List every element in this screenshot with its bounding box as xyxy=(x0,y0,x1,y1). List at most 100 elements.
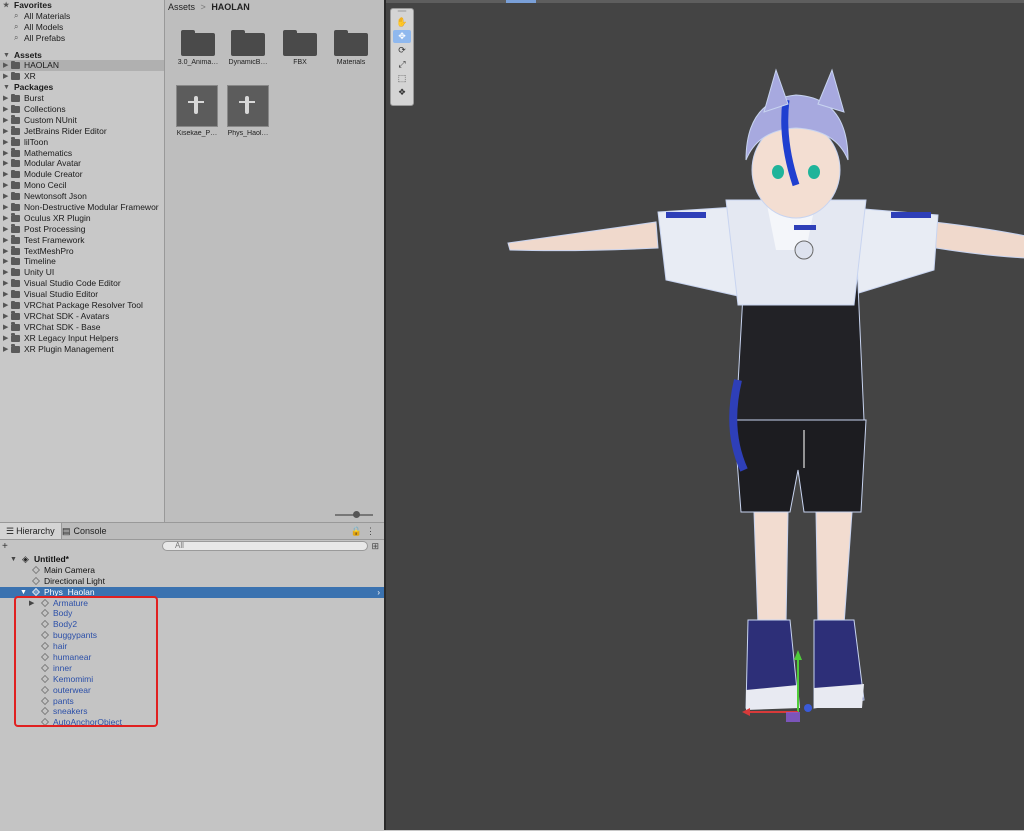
scene-view[interactable]: ══ ✋ ✥ ⟳ ⤢ ⬚ ❖ xyxy=(384,0,1024,830)
palette-grip-icon[interactable]: ══ xyxy=(391,9,413,15)
package-item[interactable]: ▶ VRChat Package Resolver Tool xyxy=(0,300,164,311)
folder-item[interactable]: 3.0_Anima… xyxy=(173,30,223,66)
rotate-tool-icon[interactable]: ⟳ xyxy=(393,44,411,57)
package-item[interactable]: ▶ Module Creator xyxy=(0,169,164,180)
search-input[interactable] xyxy=(162,541,368,551)
hierarchy-child-item[interactable]: inner xyxy=(0,663,384,674)
packages-header[interactable]: ▼ Packages xyxy=(0,82,164,93)
hierarchy-child-item[interactable]: AutoAnchorObject xyxy=(0,717,384,728)
package-item[interactable]: ▶ Mono Cecil xyxy=(0,180,164,191)
package-item[interactable]: ▶ Modular Avatar xyxy=(0,158,164,169)
favorite-item[interactable]: ⌕ All Prefabs xyxy=(0,33,164,44)
expand-arrow-icon[interactable]: ▶ xyxy=(3,344,8,355)
tab-hierarchy[interactable]: ☰ Hierarchy xyxy=(0,523,62,539)
panel-menu[interactable]: 🔒⋮ xyxy=(351,523,379,539)
expand-arrow-icon[interactable]: ▶ xyxy=(3,224,8,235)
prefab-item[interactable]: Phys_Haol… xyxy=(223,85,273,137)
transform-tool-icon[interactable]: ❖ xyxy=(393,86,411,99)
hierarchy-child-item[interactable]: Body xyxy=(0,608,384,619)
hierarchy-child-item[interactable]: humanear xyxy=(0,652,384,663)
expand-arrow-icon[interactable]: ▶ xyxy=(3,148,8,159)
package-item[interactable]: ▶ Non-Destructive Modular Framewor xyxy=(0,202,164,213)
chevron-right-icon[interactable]: › xyxy=(377,587,380,598)
expand-arrow-icon[interactable]: ▶ xyxy=(3,256,8,267)
package-item[interactable]: ▶ XR Plugin Management xyxy=(0,344,164,355)
expand-arrow-icon[interactable]: ▼ xyxy=(10,554,17,565)
package-item[interactable]: ▶ Oculus XR Plugin xyxy=(0,213,164,224)
thumbnail-size-slider[interactable] xyxy=(335,511,373,518)
expand-arrow-icon[interactable]: ▶ xyxy=(3,289,8,300)
hierarchy-child-item[interactable]: buggypants xyxy=(0,630,384,641)
lock-icon[interactable]: 🔒 xyxy=(351,526,366,536)
package-item[interactable]: ▶ VRChat SDK - Base xyxy=(0,322,164,333)
hierarchy-child-item[interactable]: outerwear xyxy=(0,685,384,696)
expand-arrow-icon[interactable]: ▶ xyxy=(3,278,8,289)
package-item[interactable]: ▶ lilToon xyxy=(0,137,164,148)
add-button[interactable]: + xyxy=(2,540,8,553)
package-item[interactable]: ▶ Visual Studio Code Editor xyxy=(0,278,164,289)
hierarchy-child-item[interactable]: hair xyxy=(0,641,384,652)
more-icon[interactable]: ⋮ xyxy=(366,526,379,536)
asset-folder-item[interactable]: ▶ HAOLAN xyxy=(0,60,164,72)
expand-arrow-icon[interactable]: ▶ xyxy=(3,246,8,257)
slider-knob[interactable] xyxy=(353,511,360,518)
expand-arrow-icon[interactable]: ▶ xyxy=(3,267,8,278)
expand-arrow-icon[interactable]: ▶ xyxy=(3,191,8,202)
package-item[interactable]: ▶ Unity UI xyxy=(0,267,164,278)
package-item[interactable]: ▶ XR Legacy Input Helpers xyxy=(0,333,164,344)
expand-arrow-icon[interactable]: ▼ xyxy=(3,82,10,93)
expand-arrow-icon[interactable]: ▶ xyxy=(3,235,8,246)
expand-arrow-icon[interactable]: ▶ xyxy=(3,137,8,148)
hierarchy-child-item[interactable]: ▶ Armature xyxy=(0,598,384,609)
expand-arrow-icon[interactable]: ▶ xyxy=(3,202,8,213)
favorite-item[interactable]: ⌕ All Models xyxy=(0,22,164,33)
expand-arrow-icon[interactable]: ▶ xyxy=(3,158,8,169)
hierarchy-child-item[interactable]: Body2 xyxy=(0,619,384,630)
expand-arrow-icon[interactable]: ▶ xyxy=(3,169,8,180)
expand-arrow-icon[interactable]: ▶ xyxy=(29,598,34,609)
folder-item[interactable]: DynamicB… xyxy=(223,30,273,66)
package-item[interactable]: ▶ Collections xyxy=(0,104,164,115)
expand-arrow-icon[interactable]: ▶ xyxy=(3,311,8,322)
package-item[interactable]: ▶ JetBrains Rider Editor xyxy=(0,126,164,137)
package-item[interactable]: ▶ Timeline xyxy=(0,256,164,267)
hierarchy-item[interactable]: Directional Light xyxy=(0,576,384,587)
expand-arrow-icon[interactable]: ▶ xyxy=(3,322,8,333)
prefab-item[interactable]: Kisekae_P… xyxy=(172,85,222,137)
breadcrumb-current[interactable]: HAOLAN xyxy=(211,2,250,12)
scale-tool-icon[interactable]: ⤢ xyxy=(393,58,411,71)
asset-folder-item[interactable]: ▶ XR xyxy=(0,71,164,82)
hierarchy-child-item[interactable]: pants xyxy=(0,696,384,707)
expand-arrow-icon[interactable]: ▶ xyxy=(3,104,8,115)
package-item[interactable]: ▶ VRChat SDK - Avatars xyxy=(0,311,164,322)
hierarchy-child-item[interactable]: sneakers xyxy=(0,706,384,717)
package-item[interactable]: ▶ Newtonsoft Json xyxy=(0,191,164,202)
expand-arrow-icon[interactable]: ▶ xyxy=(3,333,8,344)
hierarchy-item-selected[interactable]: ▼ Phys_Haolan › xyxy=(0,586,384,598)
package-item[interactable]: ▶ Visual Studio Editor xyxy=(0,289,164,300)
filter-icon[interactable]: ⊞ xyxy=(371,540,379,553)
folder-item[interactable]: Materials xyxy=(326,30,376,66)
hand-tool-icon[interactable]: ✋ xyxy=(393,16,411,29)
move-tool-icon[interactable]: ✥ xyxy=(393,30,411,43)
expand-arrow-icon[interactable]: ▶ xyxy=(3,300,8,311)
expand-arrow-icon[interactable]: ▼ xyxy=(3,50,10,61)
package-item[interactable]: ▶ TextMeshPro xyxy=(0,246,164,257)
package-item[interactable]: ▶ Burst xyxy=(0,93,164,104)
favorites-header[interactable]: ★ Favorites xyxy=(0,0,164,11)
expand-arrow-icon[interactable]: ▶ xyxy=(3,71,8,82)
package-item[interactable]: ▶ Test Framework xyxy=(0,235,164,246)
favorite-item[interactable]: ⌕ All Materials xyxy=(0,11,164,22)
expand-arrow-icon[interactable]: ▶ xyxy=(3,115,8,126)
folder-item[interactable]: FBX xyxy=(275,30,325,66)
expand-arrow-icon[interactable]: ▶ xyxy=(3,213,8,224)
hierarchy-item[interactable]: Main Camera xyxy=(0,565,384,576)
breadcrumb-root[interactable]: Assets xyxy=(168,2,195,12)
expand-arrow-icon[interactable]: ▶ xyxy=(3,126,8,137)
package-item[interactable]: ▶ Mathematics xyxy=(0,148,164,159)
assets-header[interactable]: ▼ Assets xyxy=(0,50,164,61)
expand-arrow-icon[interactable]: ▶ xyxy=(3,93,8,104)
tab-console[interactable]: ▤ Console xyxy=(56,523,113,539)
expand-arrow-icon[interactable]: ▶ xyxy=(3,60,8,71)
expand-arrow-icon[interactable]: ▼ xyxy=(20,587,27,598)
